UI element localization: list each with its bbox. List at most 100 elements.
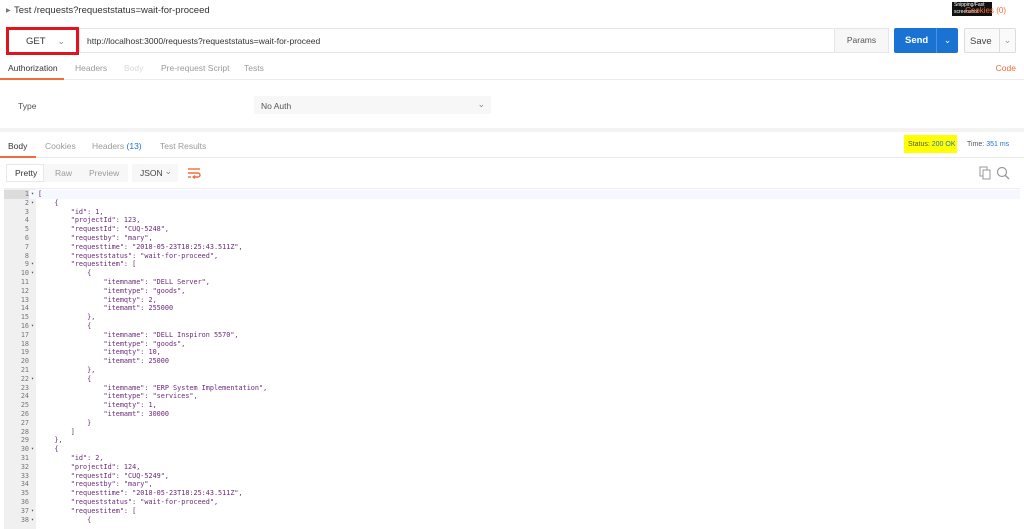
fold-toggle-icon[interactable]: ▾ <box>31 516 34 525</box>
line-number: 33 <box>20 471 29 480</box>
save-options-chevron-icon[interactable]: ⌄ <box>999 29 1015 52</box>
line-number: 13 <box>20 295 29 304</box>
response-tabs: Body Cookies Headers (13) Test Results <box>0 136 1024 158</box>
response-body-editor[interactable]: 1 ▾[2 ▾ {3 "id": 1, 4 "projectId": 123, 5 "r… <box>4 188 1020 529</box>
code-line: 22 ▾ { <box>4 375 1020 384</box>
request-tabs: Authorization Headers Body Pre-request S… <box>0 58 1024 80</box>
cookies-link[interactable]: Cookies (0) <box>965 6 1006 15</box>
tab-response-cookies[interactable]: Cookies <box>45 141 76 151</box>
method-value: GET <box>26 35 46 47</box>
code-text: "requeststatus": "wait-for-proceed", <box>38 498 219 506</box>
code-link[interactable]: Code <box>996 63 1016 73</box>
code-line: 2 ▾ { <box>4 199 1020 208</box>
line-number: 29 <box>20 436 29 445</box>
chevron-down-icon: ⌄ <box>164 166 172 176</box>
code-line: 4 "projectId": 123, <box>4 216 1020 225</box>
fold-toggle-icon[interactable]: ▾ <box>31 269 34 278</box>
code-text: "itemqty": 1, <box>38 401 157 410</box>
send-options-chevron-icon[interactable]: ⌄ <box>936 28 958 53</box>
line-number: 22 <box>20 374 29 383</box>
line-number: 26 <box>20 410 29 418</box>
code-text: }, <box>38 313 96 322</box>
fold-toggle-icon[interactable]: ▾ <box>31 375 34 384</box>
copy-icon[interactable] <box>979 166 991 180</box>
tab-headers[interactable]: Headers <box>75 63 107 73</box>
tab-body[interactable]: Body <box>124 63 143 73</box>
code-text: }, <box>38 366 96 374</box>
send-label: Send <box>905 35 929 46</box>
code-text: [ <box>38 190 43 198</box>
code-line: 15 }, <box>4 313 1020 322</box>
send-button[interactable]: Send ⌄ <box>894 28 958 53</box>
auth-type-value: No Auth <box>261 101 292 111</box>
code-line: 17 "itemname": "DELL Inspiron 5570", <box>4 331 1020 340</box>
request-title[interactable]: Test /requests?requeststatus=wait-for-pr… <box>14 5 210 16</box>
status-label: Status: <box>908 141 930 148</box>
collapse-caret-icon[interactable]: ▶ <box>6 7 11 14</box>
url-value[interactable]: http://localhost:3000/requests?requestst… <box>87 36 320 46</box>
tab-test-results[interactable]: Test Results <box>160 141 206 151</box>
params-button[interactable]: Params <box>834 29 888 52</box>
code-line: 29 }, <box>4 436 1020 445</box>
auth-type-label: Type <box>18 101 37 111</box>
code-text: "id": 1, <box>38 207 104 216</box>
code-text: "projectId": 124, <box>38 462 141 471</box>
code-line: 20 "itemamt": 25000 <box>4 357 1020 366</box>
code-line: 19 "itemqty": 10, <box>4 348 1020 357</box>
tab-authorization[interactable]: Authorization <box>8 63 58 73</box>
fold-toggle-icon[interactable]: ▾ <box>31 507 34 516</box>
line-number: 32 <box>20 462 29 471</box>
pretty-button[interactable]: Pretty <box>15 168 37 178</box>
fold-toggle-icon[interactable]: ▾ <box>31 199 34 208</box>
line-number: 31 <box>20 454 29 462</box>
line-number: 28 <box>20 427 29 436</box>
tab-response-body[interactable]: Body <box>8 141 27 151</box>
auth-type-select[interactable]: No Auth ⌄ <box>254 96 491 114</box>
tab-tests[interactable]: Tests <box>244 63 264 73</box>
line-number: 38 <box>20 515 29 524</box>
tab-response-headers[interactable]: Headers (13) <box>92 141 142 151</box>
code-text: "itemqty": 2, <box>38 295 157 304</box>
code-line: 21 }, <box>4 366 1020 375</box>
line-number: 3 <box>24 207 29 216</box>
method-select[interactable]: GET ⌄ <box>13 33 73 49</box>
code-text: "itemamt": 30000 <box>38 410 169 418</box>
code-line: 16 ▾ { <box>4 322 1020 331</box>
url-field[interactable]: http://localhost:3000/requests?requestst… <box>79 28 889 53</box>
code-text: "itemamt": 25000 <box>38 357 169 366</box>
wrap-lines-icon[interactable] <box>187 166 201 180</box>
code-line: 31 "id": 2, <box>4 454 1020 463</box>
fold-toggle-icon[interactable]: ▾ <box>31 445 34 454</box>
line-number: 6 <box>24 234 29 242</box>
code-line: 10 ▾ { <box>4 269 1020 278</box>
line-number: 30 <box>20 445 29 454</box>
code-text: "itemtype": "goods", <box>38 339 186 348</box>
fold-toggle-icon[interactable]: ▾ <box>31 260 34 269</box>
code-text: "id": 2, <box>38 454 104 462</box>
save-button[interactable]: Save ⌄ <box>964 28 1016 53</box>
code-line: 12 "itemtype": "goods", <box>4 287 1020 296</box>
code-text: "itemqty": 10, <box>38 348 161 357</box>
code-line: 30 ▾ { <box>4 445 1020 454</box>
fold-toggle-icon[interactable]: ▾ <box>31 190 34 199</box>
active-response-tab-indicator <box>0 156 36 158</box>
language-select[interactable]: JSON ⌄ <box>132 164 178 182</box>
code-line: 33 "requestId": "CUQ-5249", <box>4 472 1020 481</box>
line-number: 9 <box>24 260 29 269</box>
code-line: 3 "id": 1, <box>4 208 1020 217</box>
time-value: 351 ms <box>986 141 1010 148</box>
code-line: 38 ▾ { <box>4 516 1020 525</box>
search-icon[interactable] <box>996 166 1010 180</box>
raw-button[interactable]: Raw <box>55 168 72 178</box>
code-line: 26 "itemamt": 30000 <box>4 410 1020 419</box>
preview-button[interactable]: Preview <box>89 168 119 178</box>
line-number: 17 <box>20 330 29 339</box>
status-value: 200 OK <box>931 141 956 148</box>
fold-toggle-icon[interactable]: ▾ <box>31 322 34 331</box>
line-number: 23 <box>20 383 29 392</box>
line-number: 24 <box>20 392 29 401</box>
code-text: { <box>38 515 92 524</box>
tab-pre-request-script[interactable]: Pre-request Script <box>161 63 230 73</box>
code-text: { <box>38 198 59 207</box>
code-text: "requesttime": "2018-05-23T18:25:43.511Z… <box>38 242 243 251</box>
